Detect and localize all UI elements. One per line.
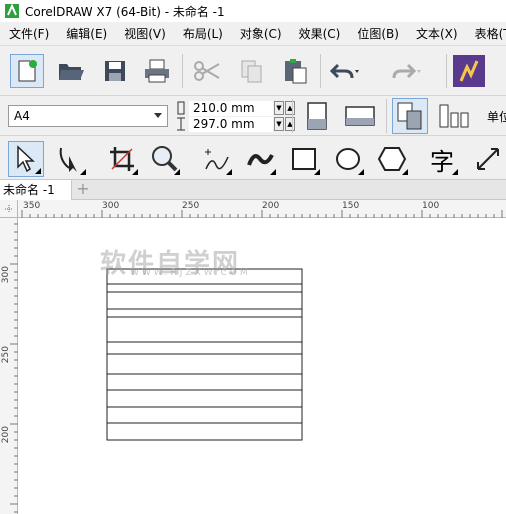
print-icon[interactable] [140, 54, 174, 88]
width-row: 210.0 mm ▼ ▲ [176, 100, 295, 116]
page-size-value: A4 [14, 109, 30, 123]
dimension-tool-icon[interactable] [470, 141, 506, 177]
window-title: CorelDRAW X7 (64-Bit) - 未命名 -1 [25, 4, 225, 19]
cut-icon[interactable] [190, 54, 224, 88]
ruler-top-label: 250 [182, 201, 200, 211]
height-field[interactable]: 297.0 mm [189, 116, 273, 132]
height-spin-up[interactable]: ▲ [285, 117, 295, 131]
watermark-url: WWW.RJZXW.COM [130, 268, 251, 278]
all-pages-icon[interactable] [392, 98, 428, 134]
horizontal-ruler[interactable]: 350 300 250 200 150 100 [18, 200, 506, 218]
open-folder-icon[interactable] [54, 54, 88, 88]
ruler-left-label: 300 [1, 266, 11, 284]
freehand-tool-icon[interactable] [198, 141, 234, 177]
ruler-origin[interactable] [0, 200, 18, 218]
new-document-icon[interactable] [10, 54, 44, 88]
menu-edit[interactable]: 编辑(E) [57, 22, 115, 46]
drawing-canvas[interactable] [18, 218, 506, 514]
save-icon[interactable] [98, 54, 132, 88]
rectangle-tool-icon[interactable] [286, 141, 322, 177]
crop-tool-icon[interactable] [104, 141, 140, 177]
ruler-top-label: 350 [23, 201, 41, 211]
height-spin-down[interactable]: ▼ [274, 117, 284, 131]
title-bar: CorelDRAW X7 (64-Bit) - 未命名 -1 [0, 0, 506, 22]
toolbox: 字 [0, 136, 506, 180]
menu-object[interactable]: 对象(C) [231, 22, 290, 46]
portrait-orientation-icon[interactable] [300, 98, 334, 134]
artistic-media-icon[interactable] [242, 141, 278, 177]
menu-table[interactable]: 表格(T [466, 22, 506, 46]
menu-file[interactable]: 文件(F) [0, 22, 57, 46]
ruler-left-label: 200 [1, 426, 11, 444]
add-tab-button[interactable]: + [74, 181, 92, 198]
menu-bar: 文件(F) 编辑(E) 视图(V) 布局(L) 对象(C) 效果(C) 位图(B… [0, 22, 506, 46]
copy-icon[interactable] [234, 54, 268, 88]
width-spin-up[interactable]: ▲ [285, 101, 295, 115]
page-size-select[interactable]: A4 [8, 105, 168, 127]
menu-layout[interactable]: 布局(L) [174, 22, 231, 46]
ellipse-tool-icon[interactable] [330, 141, 366, 177]
ruler-top-label: 200 [262, 201, 280, 211]
menu-bitmaps[interactable]: 位图(B) [348, 22, 407, 46]
standard-toolbar [0, 46, 506, 96]
corel-connect-icon[interactable] [452, 54, 486, 88]
ruler-left-label: 250 [1, 346, 11, 364]
height-row: 297.0 mm ▼ ▲ [176, 116, 295, 132]
menu-view[interactable]: 视图(V) [115, 22, 174, 46]
landscape-orientation-icon[interactable] [340, 98, 380, 134]
height-icon [177, 117, 185, 131]
width-field[interactable]: 210.0 mm [189, 100, 273, 116]
redo-icon[interactable] [390, 54, 424, 88]
paste-icon[interactable] [278, 54, 312, 88]
shape-tool-icon[interactable] [52, 141, 88, 177]
vertical-ruler[interactable]: 300 250 200 [0, 218, 18, 514]
menu-text[interactable]: 文本(X) [407, 22, 466, 46]
table-object[interactable] [18, 218, 506, 514]
units-label: 单位 [487, 110, 506, 124]
width-icon [177, 101, 185, 115]
chevron-down-icon [154, 113, 162, 118]
property-bar: A4 210.0 mm ▼ ▲ 297.0 mm ▼ ▲ 单位 [0, 96, 506, 136]
ruler-top-label: 100 [422, 201, 440, 211]
width-spin-down[interactable]: ▼ [274, 101, 284, 115]
pick-tool-icon[interactable] [8, 141, 44, 177]
undo-icon[interactable] [328, 54, 362, 88]
ruler-top-label: 300 [102, 201, 120, 211]
polygon-tool-icon[interactable] [374, 141, 410, 177]
zoom-tool-icon[interactable] [146, 141, 182, 177]
menu-effects[interactable]: 效果(C) [290, 22, 349, 46]
tab-document-1[interactable]: 未命名 -1 [0, 180, 72, 200]
ruler-top-label: 150 [342, 201, 360, 211]
coreldraw-logo-icon [3, 2, 21, 20]
current-page-icon[interactable] [436, 98, 472, 134]
document-tab-bar: 未命名 -1 + [0, 180, 506, 200]
text-tool-icon[interactable]: 字 [424, 141, 460, 177]
